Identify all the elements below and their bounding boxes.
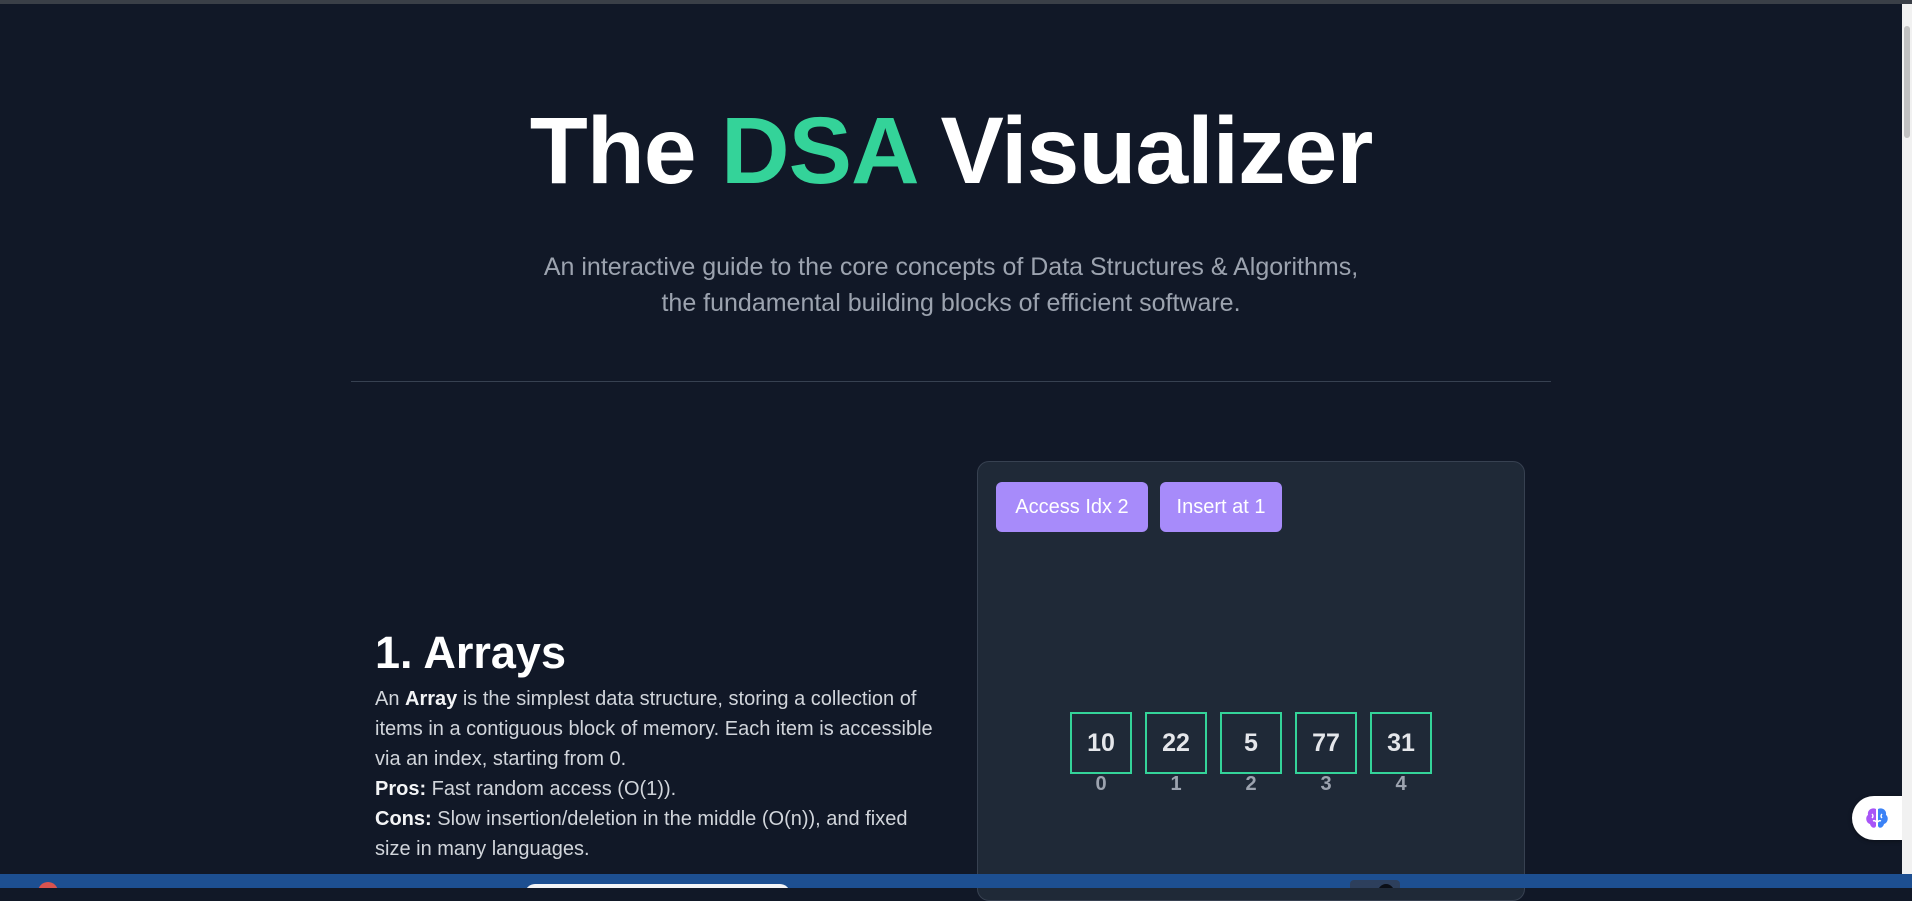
subtitle-line-2: the fundamental building blocks of effic… xyxy=(661,289,1241,317)
title-accent: DSA xyxy=(721,98,916,204)
array-visualizer-panel: Access Idx 2 Insert at 1 10 0 22 1 5 2 7… xyxy=(977,461,1525,901)
array-cell-index: 0 xyxy=(1095,773,1107,795)
array-cell-index: 4 xyxy=(1395,773,1407,795)
desc-rest: is the simplest data structure, storing … xyxy=(375,688,933,770)
pros-text: Fast random access (O(1)). xyxy=(426,778,677,800)
taskbar-search-box[interactable] xyxy=(525,884,790,888)
brain-icon xyxy=(1866,808,1888,828)
insert-button[interactable]: Insert at 1 xyxy=(1160,482,1282,532)
array-cell: 31 4 xyxy=(1370,712,1432,794)
array-cells: 10 0 22 1 5 2 77 3 31 4 xyxy=(1070,712,1432,794)
array-cell: 22 1 xyxy=(1145,712,1207,794)
array-cell: 5 2 xyxy=(1220,712,1282,794)
array-cell-value: 22 xyxy=(1145,712,1207,774)
page: The DSA Visualizer An interactive guide … xyxy=(0,4,1902,901)
desc-term: Array xyxy=(405,688,458,710)
assistant-widget-button[interactable] xyxy=(1852,796,1902,840)
array-cell: 77 3 xyxy=(1295,712,1357,794)
pros-label: Pros: xyxy=(375,778,427,800)
scrollbar-thumb[interactable] xyxy=(1904,26,1910,138)
cons-label: Cons: xyxy=(375,808,432,830)
array-cell-index: 2 xyxy=(1245,773,1257,795)
array-cell-value: 77 xyxy=(1295,712,1357,774)
section-divider xyxy=(351,381,1551,382)
title-suffix: Visualizer xyxy=(915,98,1373,204)
page-subtitle: An interactive guide to the core concept… xyxy=(0,249,1902,321)
arrays-description: An Array is the simplest data structure,… xyxy=(375,684,935,864)
array-cell-index: 1 xyxy=(1170,773,1182,795)
cons-text: Slow insertion/deletion in the middle (O… xyxy=(375,808,908,860)
taskbar-pinned-icon[interactable] xyxy=(1350,880,1400,888)
access-index-button[interactable]: Access Idx 2 xyxy=(996,482,1148,532)
desc-prefix: An xyxy=(375,688,406,710)
subtitle-line-1: An interactive guide to the core concept… xyxy=(543,253,1359,281)
os-taskbar xyxy=(0,874,1912,888)
page-title: The DSA Visualizer xyxy=(0,104,1902,199)
title-prefix: The xyxy=(529,98,721,204)
arrays-heading: 1. Arrays xyxy=(375,627,566,678)
array-cell-value: 10 xyxy=(1070,712,1132,774)
array-cell-value: 31 xyxy=(1370,712,1432,774)
taskbar-app-icon[interactable] xyxy=(38,882,58,888)
array-cell-index: 3 xyxy=(1320,773,1332,795)
taskbar-dot-icon xyxy=(1378,884,1394,888)
array-cell-value: 5 xyxy=(1220,712,1282,774)
array-cell: 10 0 xyxy=(1070,712,1132,794)
page-scrollbar[interactable] xyxy=(1902,4,1912,874)
